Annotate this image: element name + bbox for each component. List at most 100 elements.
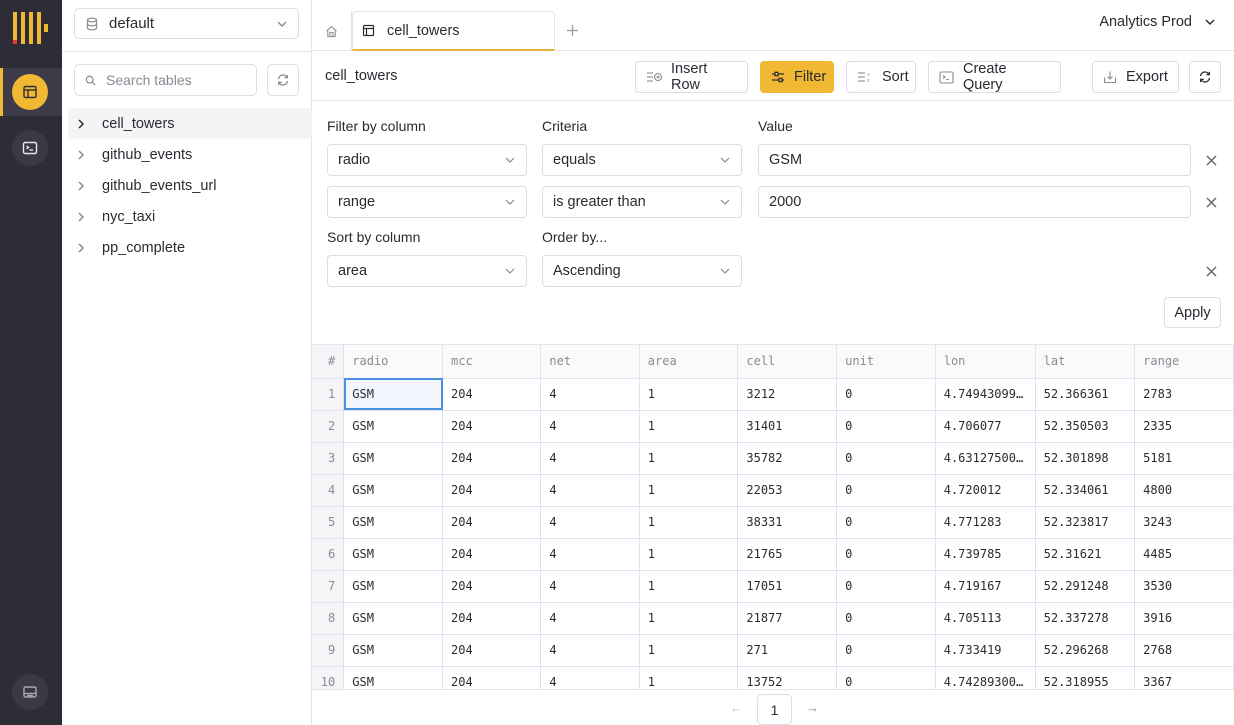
create-query-button[interactable]: Create Query <box>928 61 1061 93</box>
cell-area[interactable]: 1 <box>639 570 739 603</box>
filter-criteria-select-1[interactable]: equals <box>542 144 742 176</box>
next-page-button[interactable]: → <box>806 700 819 715</box>
cell-cell[interactable]: 21765 <box>737 538 838 571</box>
cell-net[interactable]: 4 <box>540 378 640 411</box>
cell-radio[interactable]: GSM <box>343 570 444 603</box>
cell-range[interactable]: 2783 <box>1134 378 1234 411</box>
cell-lat[interactable]: 52.334061 <box>1035 474 1136 507</box>
column-header-area[interactable]: area <box>639 345 739 379</box>
sort-button[interactable]: AZ Sort <box>846 61 916 93</box>
filter-criteria-select-2[interactable]: is greater than <box>542 186 742 218</box>
cell-area[interactable]: 1 <box>639 410 739 443</box>
cell-lon[interactable]: 4.74289300… <box>935 666 1036 689</box>
rail-bottom-panel-button[interactable] <box>12 674 48 710</box>
cell-radio[interactable]: GSM <box>343 410 444 443</box>
cell-net[interactable]: 4 <box>540 602 640 635</box>
cell-lat[interactable]: 52.291248 <box>1035 570 1136 603</box>
cell-area[interactable]: 1 <box>639 602 739 635</box>
connection-select[interactable]: Analytics Prod <box>1099 14 1216 30</box>
cell-range[interactable]: 4485 <box>1134 538 1234 571</box>
cell-range[interactable]: 2335 <box>1134 410 1234 443</box>
column-header-lat[interactable]: lat <box>1035 345 1136 379</box>
cell-range[interactable]: 5181 <box>1134 442 1234 475</box>
cell-net[interactable]: 4 <box>540 570 640 603</box>
cell-radio[interactable]: GSM <box>343 602 444 635</box>
cell-lon[interactable]: 4.720012 <box>935 474 1036 507</box>
cell-unit[interactable]: 0 <box>836 666 936 689</box>
cell-mcc[interactable]: 204 <box>442 602 542 635</box>
cell-range[interactable]: 3243 <box>1134 506 1234 539</box>
cell-mcc[interactable]: 204 <box>442 410 542 443</box>
cell-range[interactable]: 3367 <box>1134 666 1234 689</box>
cell-range[interactable]: 3916 <box>1134 602 1234 635</box>
cell-unit[interactable]: 0 <box>836 538 936 571</box>
cell-net[interactable]: 4 <box>540 634 640 667</box>
cell-lat[interactable]: 52.366361 <box>1035 378 1136 411</box>
table-item-cell-towers[interactable]: cell_towers <box>68 108 312 139</box>
insert-row-button[interactable]: Insert Row <box>635 61 748 93</box>
cell-unit[interactable]: 0 <box>836 378 936 411</box>
cell-cell[interactable]: 35782 <box>737 442 838 475</box>
cell-area[interactable]: 1 <box>639 442 739 475</box>
apply-button[interactable]: Apply <box>1164 297 1221 328</box>
tab-cell-towers[interactable]: cell_towers <box>352 11 555 51</box>
cell-mcc[interactable]: 204 <box>442 474 542 507</box>
column-header-cell[interactable]: cell <box>737 345 838 379</box>
column-header-radio[interactable]: radio <box>343 345 444 379</box>
cell-lon[interactable]: 4.771283 <box>935 506 1036 539</box>
filter-column-select-2[interactable]: range <box>327 186 527 218</box>
cell-lat[interactable]: 52.31621 <box>1035 538 1136 571</box>
cell-net[interactable]: 4 <box>540 666 640 689</box>
filter-column-select-1[interactable]: radio <box>327 144 527 176</box>
cell-range[interactable]: 4800 <box>1134 474 1234 507</box>
cell-lon[interactable]: 4.74943099… <box>935 378 1036 411</box>
cell-cell[interactable]: 13752 <box>737 666 838 689</box>
cell-cell[interactable]: 271 <box>737 634 838 667</box>
cell-unit[interactable]: 0 <box>836 634 936 667</box>
cell-unit[interactable]: 0 <box>836 474 936 507</box>
table-search[interactable] <box>74 64 257 96</box>
cell-mcc[interactable]: 204 <box>442 442 542 475</box>
cell-area[interactable]: 1 <box>639 474 739 507</box>
cell-radio[interactable]: GSM <box>343 442 444 475</box>
cell-unit[interactable]: 0 <box>836 442 936 475</box>
table-item-pp-complete[interactable]: pp_complete <box>68 232 312 263</box>
cell-area[interactable]: 1 <box>639 666 739 689</box>
cell-net[interactable]: 4 <box>540 506 640 539</box>
cell-unit[interactable]: 0 <box>836 410 936 443</box>
cell-unit[interactable]: 0 <box>836 602 936 635</box>
cell-net[interactable]: 4 <box>540 474 640 507</box>
cell-radio[interactable]: GSM <box>343 474 444 507</box>
cell-area[interactable]: 1 <box>639 538 739 571</box>
sort-column-select[interactable]: area <box>327 255 527 287</box>
cell-unit[interactable]: 0 <box>836 506 936 539</box>
filter-value-input-2[interactable] <box>758 186 1191 218</box>
cell-cell[interactable]: 21877 <box>737 602 838 635</box>
column-header-unit[interactable]: unit <box>836 345 936 379</box>
rail-query-button[interactable] <box>12 130 48 166</box>
filter-value-input-1[interactable] <box>758 144 1191 176</box>
column-header-net[interactable]: net <box>540 345 640 379</box>
cell-mcc[interactable]: 204 <box>442 666 542 689</box>
remove-sort-button[interactable] <box>1203 263 1219 279</box>
prev-page-button[interactable]: ← <box>730 700 743 715</box>
sort-order-select[interactable]: Ascending <box>542 255 742 287</box>
column-header-lon[interactable]: lon <box>935 345 1036 379</box>
cell-lon[interactable]: 4.739785 <box>935 538 1036 571</box>
cell-mcc[interactable]: 204 <box>442 570 542 603</box>
cell-cell[interactable]: 17051 <box>737 570 838 603</box>
new-tab-button[interactable] <box>562 18 582 42</box>
cell-mcc[interactable]: 204 <box>442 538 542 571</box>
refresh-button[interactable] <box>1189 61 1221 93</box>
filter-button[interactable]: Filter <box>760 61 834 93</box>
cell-area[interactable]: 1 <box>639 378 739 411</box>
cell-mcc[interactable]: 204 <box>442 634 542 667</box>
cell-net[interactable]: 4 <box>540 410 640 443</box>
cell-lon[interactable]: 4.733419 <box>935 634 1036 667</box>
cell-radio[interactable]: GSM <box>343 666 444 689</box>
cell-cell[interactable]: 38331 <box>737 506 838 539</box>
cell-mcc[interactable]: 204 <box>442 506 542 539</box>
cell-cell[interactable]: 3212 <box>737 378 838 411</box>
cell-range[interactable]: 2768 <box>1134 634 1234 667</box>
search-input[interactable] <box>106 72 246 88</box>
